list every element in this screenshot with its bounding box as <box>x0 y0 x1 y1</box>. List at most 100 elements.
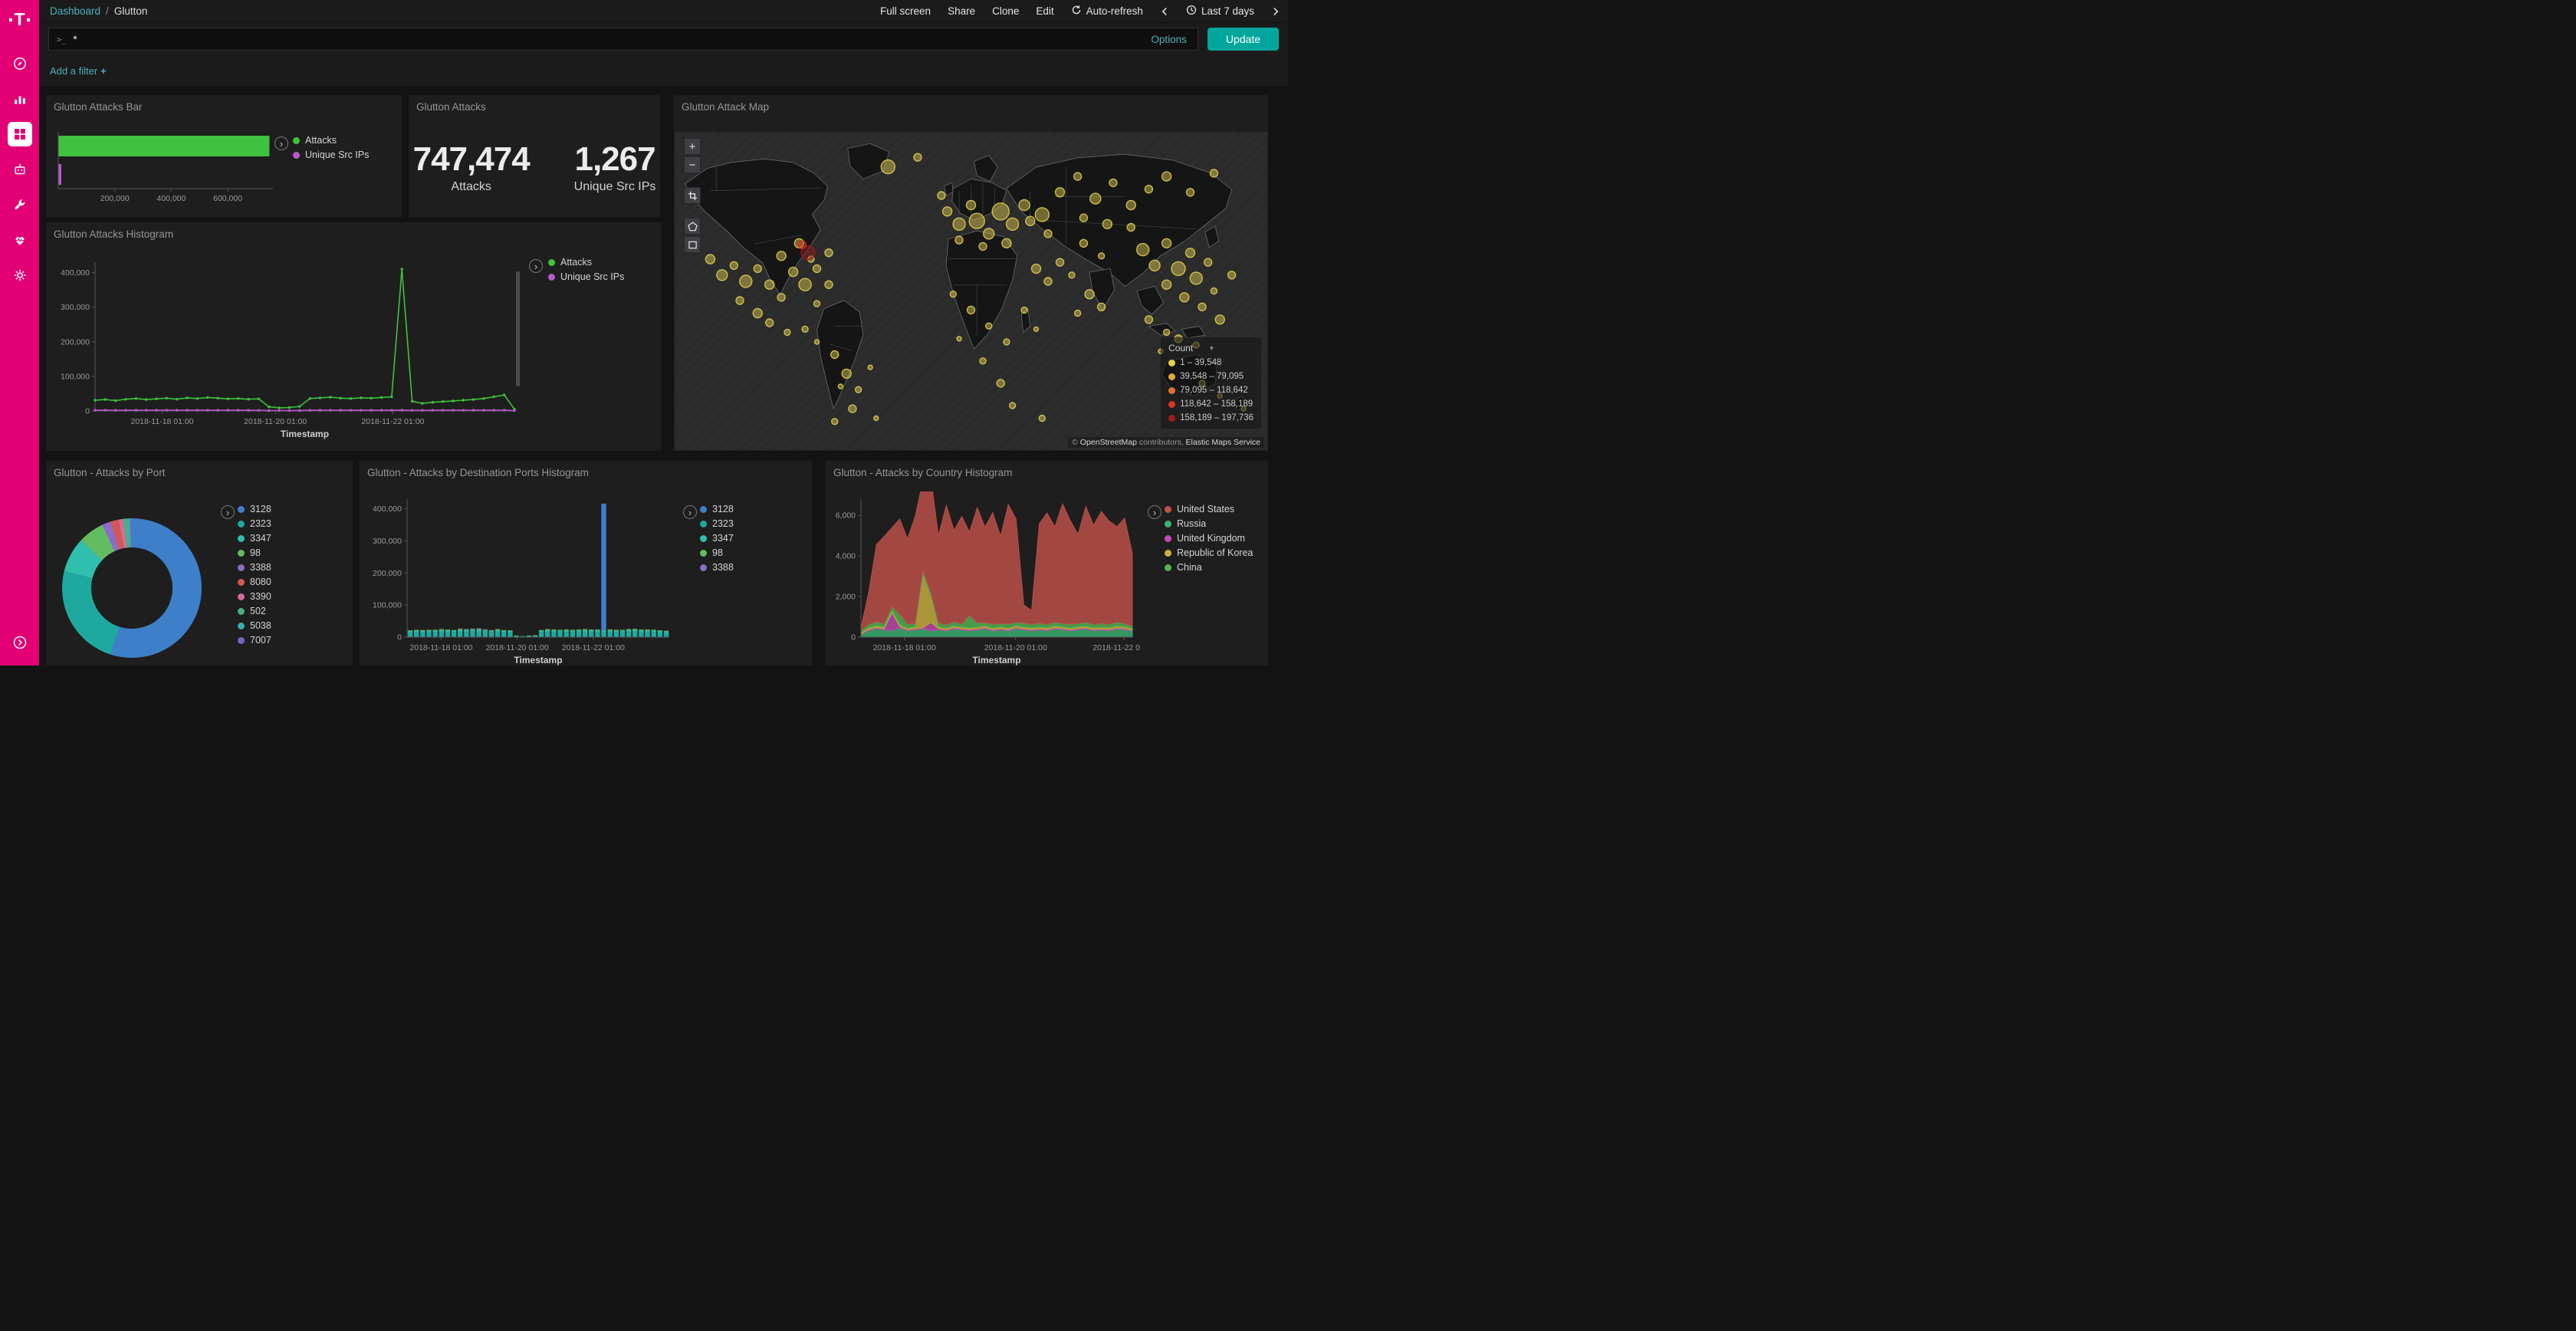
chevron-down-icon[interactable]: ▾ <box>1210 344 1214 353</box>
legend-item[interactable]: United States <box>1165 504 1253 515</box>
draw-polygon-button[interactable] <box>684 218 701 235</box>
svg-text:200,000: 200,000 <box>100 194 130 203</box>
map-legend-title: Count ▾ <box>1168 343 1254 353</box>
breadcrumb-separator: / <box>106 5 109 17</box>
legend-item[interactable]: 3347 <box>238 533 271 544</box>
legend-item[interactable]: 98 <box>700 547 734 559</box>
legend-item[interactable]: 7007 <box>238 635 271 646</box>
panel-attacks-bar: Glutton Attacks Bar 200,000400,000600,00… <box>45 94 402 218</box>
sidebar-item-visualize[interactable] <box>8 87 32 111</box>
query-input[interactable]: >_ * Options <box>48 28 1198 51</box>
attacks-histogram-chart[interactable]: 0100,000200,000300,000400,0002018-11-18 … <box>54 253 525 445</box>
legend-dot-icon <box>1165 535 1171 542</box>
sidebar-item-monitoring[interactable] <box>8 228 32 252</box>
legend-item[interactable]: Attacks <box>548 257 624 268</box>
time-back-button[interactable] <box>1160 6 1169 17</box>
legend-item[interactable]: Russia <box>1165 518 1253 530</box>
ports-donut-chart[interactable] <box>62 518 202 658</box>
legend-item[interactable]: 98 <box>238 547 271 559</box>
zoom-out-button[interactable]: − <box>684 156 701 173</box>
sidebar-item-honeypot[interactable] <box>8 157 32 182</box>
draw-rectangle-button[interactable] <box>684 236 701 253</box>
clone-button[interactable]: Clone <box>992 5 1019 17</box>
legend-item[interactable]: 3128 <box>238 504 271 515</box>
attacks-bar-chart[interactable]: 200,000400,000600,000 <box>54 127 278 210</box>
share-button[interactable]: Share <box>948 5 975 17</box>
auto-refresh-button[interactable]: Auto-refresh <box>1071 5 1143 18</box>
legend-item[interactable]: 3347 <box>700 533 734 544</box>
country-chart[interactable]: 02,0004,0006,0002018-11-18 01:002018-11-… <box>826 491 1140 666</box>
sidebar-item-dashboard[interactable] <box>8 122 32 146</box>
legend-label: 3347 <box>250 533 271 544</box>
legend-label: 79,095 – 118,642 <box>1180 385 1248 396</box>
legend-label: Attacks <box>560 257 592 268</box>
svg-text:0: 0 <box>851 633 856 642</box>
plus-icon: + <box>100 65 107 77</box>
svg-text:100,000: 100,000 <box>373 601 402 610</box>
attack-map[interactable]: + − Count ▾ 1 – 39,54839,548 – 79,09579,… <box>675 132 1267 450</box>
legend-dot-icon <box>700 535 707 542</box>
donut-chart[interactable] <box>62 518 202 658</box>
add-filter-button[interactable]: Add a filter+ <box>50 65 107 77</box>
breadcrumb-dashboard-link[interactable]: Dashboard <box>50 5 100 17</box>
legend-item[interactable]: 8080 <box>238 577 271 588</box>
sidebar-collapse-button[interactable] <box>8 630 32 655</box>
openstreetmap-link[interactable]: OpenStreetMap <box>1080 438 1137 447</box>
refresh-icon <box>1071 5 1082 18</box>
legend-label: United States <box>1177 504 1234 515</box>
svg-text:100,000: 100,000 <box>61 372 90 381</box>
legend-scrollbar[interactable] <box>516 271 520 386</box>
metric-value: 1,267 <box>574 140 656 179</box>
legend-label: 39,548 – 79,095 <box>1180 371 1244 382</box>
svg-text:2018-11-22 01:00: 2018-11-22 01:00 <box>361 417 424 426</box>
fit-bounds-button[interactable] <box>684 187 701 204</box>
legend-item[interactable]: 2323 <box>700 518 734 530</box>
legend-item[interactable]: Attacks <box>293 135 369 146</box>
legend-label: 3388 <box>712 562 734 573</box>
update-button[interactable]: Update <box>1208 28 1279 51</box>
time-forward-button[interactable] <box>1271 6 1280 17</box>
full-screen-button[interactable]: Full screen <box>880 5 931 17</box>
legend-label: 158,189 – 197,736 <box>1180 412 1254 423</box>
svg-text:2018-11-20 01:00: 2018-11-20 01:00 <box>486 643 549 652</box>
legend-label: Attacks <box>305 135 337 146</box>
edit-button[interactable]: Edit <box>1036 5 1053 17</box>
legend-item[interactable]: 3128 <box>700 504 734 515</box>
legend-item: 158,189 – 197,736 <box>1168 412 1254 423</box>
legend-item[interactable]: 2323 <box>238 518 271 530</box>
legend-toggle-button[interactable]: › <box>221 505 235 519</box>
legend-toggle-button[interactable]: › <box>683 505 697 519</box>
legend-toggle-button[interactable]: › <box>1148 505 1162 519</box>
legend-toggle-button[interactable]: › <box>529 259 543 273</box>
sidebar-item-discover[interactable] <box>8 51 32 76</box>
dest-ports-chart[interactable]: 0100,000200,000300,000400,0002018-11-18 … <box>364 491 677 666</box>
panel-attacks-histogram: Glutton Attacks Histogram 0100,000200,00… <box>45 222 662 452</box>
legend-item[interactable]: 3390 <box>238 591 271 603</box>
svg-text:2018-11-22 01:00: 2018-11-22 01:00 <box>562 643 625 652</box>
sidebar-item-management[interactable] <box>8 263 32 288</box>
country-legend: United States Russia United Kingdom Republi… <box>1165 504 1253 573</box>
legend-item[interactable]: 502 <box>238 606 271 617</box>
legend-item[interactable]: Republic of Korea <box>1165 547 1253 559</box>
legend-item[interactable]: 3388 <box>700 562 734 573</box>
legend-item[interactable]: United Kingdom <box>1165 533 1253 544</box>
query-options-link[interactable]: Options <box>1151 34 1187 45</box>
legend-dot-icon <box>1165 506 1171 513</box>
legend-dot-icon <box>700 506 707 513</box>
map-legend-items: 1 – 39,54839,548 – 79,09579,095 – 118,64… <box>1168 357 1254 423</box>
legend-toggle-button[interactable]: › <box>274 136 288 150</box>
sidebar-item-dev-tools[interactable] <box>8 192 32 217</box>
legend-item[interactable]: Unique Src IPs <box>548 271 624 283</box>
legend-label: Russia <box>1177 518 1206 530</box>
legend-item[interactable]: 5038 <box>238 620 271 632</box>
svg-text:6,000: 6,000 <box>836 511 856 521</box>
svg-text:2,000: 2,000 <box>836 593 856 602</box>
legend-item[interactable]: Unique Src IPs <box>293 150 369 161</box>
time-range-picker[interactable]: Last 7 days <box>1186 5 1254 18</box>
elastic-maps-link[interactable]: Elastic Maps Service <box>1186 438 1260 447</box>
svg-text:2018-11-18 01:00: 2018-11-18 01:00 <box>409 643 472 652</box>
legend-item[interactable]: 3388 <box>238 562 271 573</box>
legend-item[interactable]: China <box>1165 562 1253 573</box>
legend-label: United Kingdom <box>1177 533 1245 544</box>
zoom-in-button[interactable]: + <box>684 138 701 155</box>
